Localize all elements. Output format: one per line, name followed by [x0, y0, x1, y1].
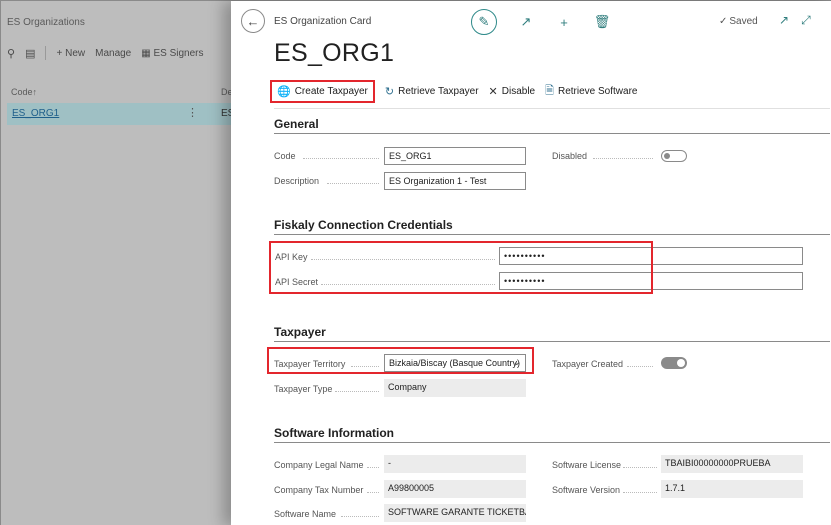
code-label: Code — [274, 151, 296, 161]
card-top-actions: ✎ ↗ + 🗑 — [471, 9, 611, 35]
list-toolbar: ⚲ ▤ + New Manage ▦ ES Signers — [7, 46, 204, 60]
field-dots — [623, 467, 657, 468]
field-dots — [303, 158, 379, 159]
edit-button[interactable]: ✎ — [471, 9, 497, 35]
taxpayer-created-label: Taxpayer Created — [552, 359, 624, 369]
field-dots — [367, 492, 379, 493]
highlight-box-credentials — [269, 241, 653, 294]
taxpayer-type-label: Taxpayer Type — [274, 384, 333, 394]
taxpayer-created-toggle[interactable] — [661, 357, 687, 369]
window-controls: ↗ ⤢ — [779, 13, 811, 28]
sort-arrow-icon: ↑ — [32, 87, 38, 97]
company-legal-name-label: Company Legal Name — [274, 460, 364, 470]
retrieve-taxpayer-action[interactable]: ↻ Retrieve Taxpayer — [385, 85, 479, 98]
field-dots — [341, 516, 379, 517]
action-bar: 🌐 Create Taxpayer ↻ Retrieve Taxpayer ✕ Dis… — [270, 79, 647, 103]
section-divider — [274, 341, 830, 342]
disable-action[interactable]: ✕ Disable — [489, 85, 536, 98]
section-taxpayer-title[interactable]: Taxpayer — [274, 325, 326, 339]
search-icon[interactable]: ⚲ — [7, 47, 15, 60]
field-dots — [623, 492, 657, 493]
disabled-label: Disabled — [552, 151, 588, 161]
page-title: ES_ORG1 — [274, 39, 395, 67]
saved-status: ✓ Saved — [719, 16, 758, 27]
field-dots — [627, 366, 653, 367]
column-header-code[interactable]: Code↑ — [11, 87, 37, 97]
share-icon[interactable]: ↗ — [517, 14, 535, 30]
action-bar-divider — [274, 108, 830, 109]
field-dots — [335, 391, 379, 392]
row-menu-icon[interactable]: ⋮ — [187, 106, 198, 119]
software-version-label: Software Version — [552, 485, 621, 495]
add-icon[interactable]: + — [555, 15, 573, 30]
create-taxpayer-action[interactable]: 🌐 Create Taxpayer — [270, 79, 375, 103]
document-icon: 🗎 — [545, 84, 554, 97]
section-software-title[interactable]: Software Information — [274, 426, 394, 440]
toggle-knob — [664, 153, 670, 159]
toggle-knob — [677, 359, 685, 367]
software-version-field: 1.7.1 — [661, 480, 803, 498]
expand-icon[interactable]: ⤢ — [801, 13, 811, 28]
new-button[interactable]: + New — [56, 48, 85, 59]
check-icon: ✓ — [719, 16, 728, 27]
arrow-left-icon: ← — [246, 13, 260, 29]
section-general-title[interactable]: General — [274, 117, 319, 131]
es-signers-button[interactable]: ▦ ES Signers — [141, 48, 203, 59]
pencil-icon: ✎ — [478, 14, 490, 29]
section-divider — [274, 442, 830, 443]
section-credentials-title[interactable]: Fiskaly Connection Credentials — [274, 218, 453, 232]
software-name-label: Software Name — [274, 509, 337, 519]
card-caption: ES Organization Card — [274, 16, 372, 27]
x-icon: ✕ — [488, 85, 498, 98]
organization-card-panel: ← ES Organization Card ✎ ↗ + 🗑 ✓ Saved ↗ … — [231, 1, 831, 525]
refresh-icon: ↻ — [384, 85, 395, 98]
description-field[interactable]: ES Organization 1 - Test — [384, 172, 526, 190]
list-page-background: ES Organizations ⚲ ▤ + New Manage ▦ ES S… — [1, 1, 241, 525]
company-legal-name-field: - — [384, 455, 526, 473]
disabled-toggle[interactable] — [661, 150, 687, 162]
open-new-window-icon[interactable]: ↗ — [779, 13, 789, 28]
taxpayer-type-field: Company — [384, 379, 526, 397]
field-dots — [367, 467, 379, 468]
company-tax-number-label: Company Tax Number — [274, 485, 364, 495]
retrieve-software-action[interactable]: 🗎 Retrieve Software — [545, 82, 637, 101]
description-label: Description — [274, 176, 320, 186]
highlight-box-territory — [267, 347, 534, 374]
filter-pane-icon[interactable]: ▤ — [25, 47, 35, 60]
field-dots — [593, 158, 653, 159]
software-license-label: Software License — [552, 460, 622, 470]
field-dots — [327, 183, 379, 184]
globe-icon: 🌐 — [277, 85, 291, 98]
table-icon: ▦ — [141, 47, 154, 59]
section-divider — [274, 133, 830, 134]
list-page-title: ES Organizations — [7, 17, 85, 28]
software-name-field: SOFTWARE GARANTE TICKETBA... — [384, 504, 526, 522]
table-row[interactable]: ES_ORG1 ⋮ ES — [7, 103, 241, 125]
company-tax-number-field: A99800005 — [384, 480, 526, 498]
row-code-link[interactable]: ES_ORG1 — [12, 108, 59, 119]
software-license-field: TBAIBI00000000PRUEBA — [661, 455, 803, 473]
back-button[interactable]: ← — [241, 9, 265, 33]
section-divider — [274, 234, 830, 235]
delete-icon[interactable]: 🗑 — [593, 14, 611, 30]
manage-button[interactable]: Manage — [95, 48, 131, 59]
toolbar-divider — [45, 46, 47, 60]
code-field[interactable]: ES_ORG1 — [384, 147, 526, 165]
plus-icon: + — [56, 47, 66, 59]
